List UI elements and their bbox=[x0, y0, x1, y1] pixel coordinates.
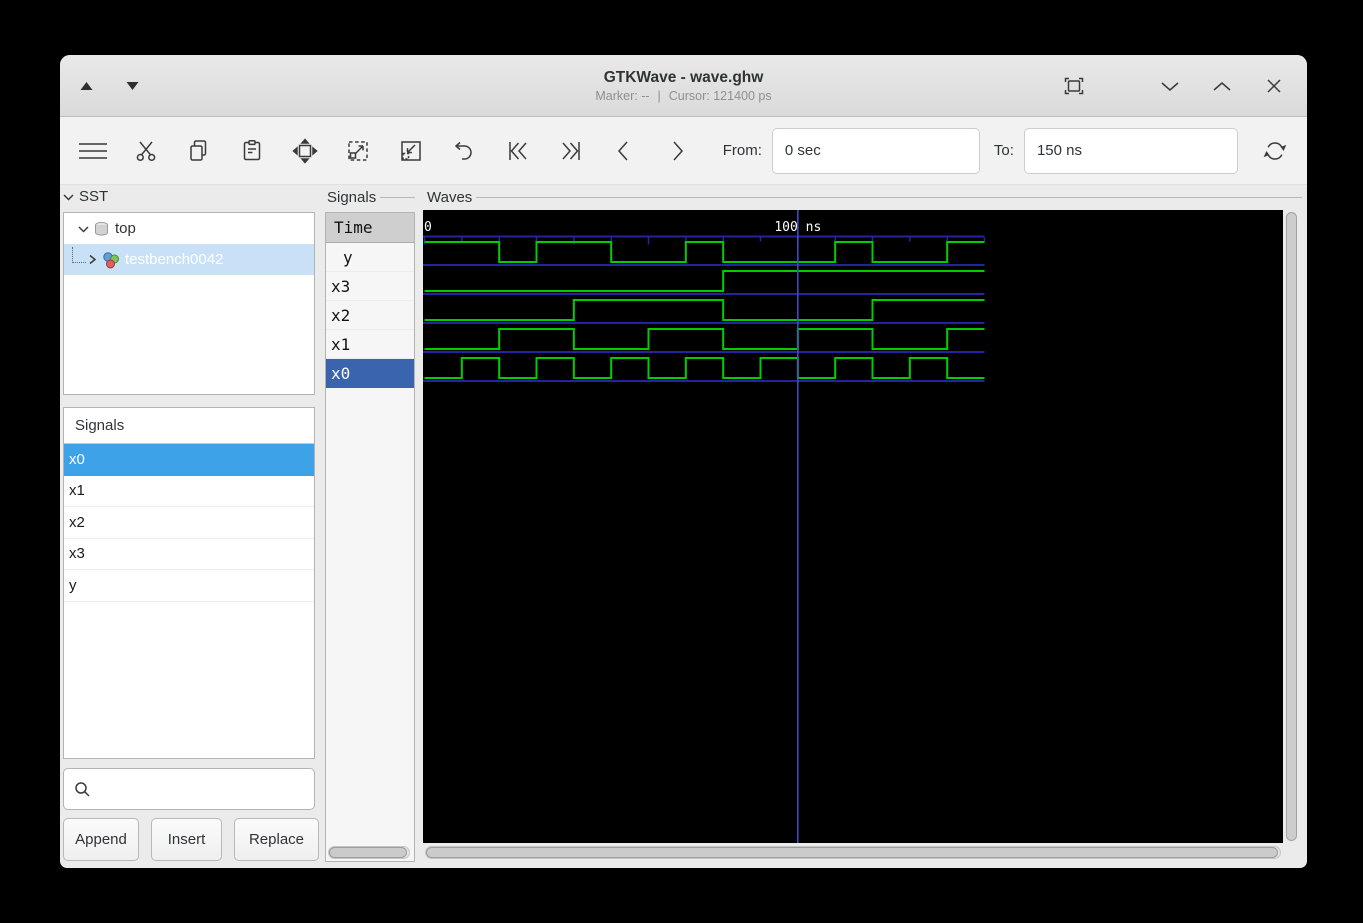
replace-button[interactable]: Replace bbox=[234, 818, 319, 861]
wave-name-x1[interactable]: x1 bbox=[326, 330, 414, 359]
zoom-out-icon[interactable] bbox=[337, 129, 379, 173]
wave-horizontal-scrollbar[interactable] bbox=[425, 846, 1281, 859]
signal-list-item-x1[interactable]: x1 bbox=[64, 476, 314, 507]
sst-expander[interactable]: SST bbox=[63, 188, 108, 205]
sst-label: SST bbox=[79, 188, 109, 205]
tree-item-label: top bbox=[115, 220, 136, 237]
paste-icon[interactable] bbox=[231, 129, 273, 173]
waves-frame-label: Waves bbox=[427, 189, 473, 206]
from-input[interactable] bbox=[771, 127, 980, 174]
marker-status: Marker: -- bbox=[595, 89, 650, 103]
expander-down-icon[interactable] bbox=[78, 225, 89, 233]
undo-icon[interactable] bbox=[443, 129, 485, 173]
triangle-down-icon[interactable] bbox=[120, 74, 144, 98]
gtkwave-window: GTKWave - wave.ghw Marker: -- | Cursor: … bbox=[60, 55, 1307, 868]
triangle-up-icon[interactable] bbox=[74, 74, 98, 98]
signals-list-header: Signals bbox=[64, 408, 314, 444]
wave-name-x0[interactable]: x0 bbox=[326, 359, 414, 388]
go-next-icon[interactable] bbox=[656, 129, 698, 173]
expander-right-icon[interactable] bbox=[88, 254, 97, 265]
tree-connector bbox=[72, 246, 86, 263]
tree-item-top[interactable]: top bbox=[64, 213, 314, 244]
cut-icon[interactable] bbox=[125, 129, 167, 173]
status-line: Marker: -- | Cursor: 121400 ps bbox=[595, 89, 771, 103]
svg-text:0: 0 bbox=[424, 220, 432, 235]
signal-list-item-x0[interactable]: x0 bbox=[64, 444, 314, 476]
signal-list-item-y[interactable]: y bbox=[64, 570, 314, 602]
time-header: Time bbox=[326, 213, 414, 243]
module-icon bbox=[93, 221, 110, 237]
close-icon[interactable] bbox=[1261, 73, 1287, 99]
search-icon bbox=[75, 781, 90, 797]
signal-list-item-x2[interactable]: x2 bbox=[64, 507, 314, 539]
to-input[interactable] bbox=[1023, 127, 1238, 174]
append-button[interactable]: Append bbox=[63, 818, 139, 861]
cursor-status: Cursor: 121400 ps bbox=[668, 89, 772, 103]
go-first-icon[interactable] bbox=[497, 129, 539, 173]
signal-list-item-x3[interactable]: x3 bbox=[64, 539, 314, 570]
reload-icon[interactable] bbox=[1254, 129, 1296, 173]
titlebar[interactable]: GTKWave - wave.ghw Marker: -- | Cursor: … bbox=[60, 55, 1307, 117]
wave-vertical-scrollbar[interactable] bbox=[1286, 212, 1298, 841]
name-pane-horizontal-scrollbar[interactable] bbox=[328, 846, 410, 859]
signal-pane-frame-label: Signals bbox=[327, 189, 377, 206]
scrollbar-thumb[interactable] bbox=[1286, 212, 1297, 841]
tree-item-testbench[interactable]: testbench0042 bbox=[64, 244, 314, 275]
signal-pane-frame: Signals bbox=[327, 189, 415, 206]
tree-item-label: testbench0042 bbox=[125, 251, 224, 268]
chevron-down-icon[interactable] bbox=[1157, 73, 1183, 99]
waves-frame: Waves bbox=[427, 189, 1302, 206]
wave-name-x2[interactable]: x2 bbox=[326, 301, 414, 330]
signal-search[interactable] bbox=[63, 768, 315, 810]
toolbar: From: To: bbox=[60, 117, 1307, 185]
status-separator: | bbox=[657, 89, 661, 103]
wave-canvas[interactable]: 0 100 ns bbox=[423, 210, 1283, 843]
menu-icon[interactable] bbox=[72, 129, 114, 173]
sst-tree: top testbench0042 bbox=[63, 212, 315, 395]
scrollbar-thumb[interactable] bbox=[426, 847, 1278, 858]
zoom-fit-icon[interactable] bbox=[284, 129, 326, 173]
signals-list: Signals x0 x1 x2 x3 y bbox=[63, 407, 315, 759]
window-title: GTKWave - wave.ghw bbox=[603, 69, 764, 86]
fullscreen-icon[interactable] bbox=[1061, 73, 1087, 99]
zoom-in-icon[interactable] bbox=[390, 129, 432, 173]
wave-name-x3[interactable]: x3 bbox=[326, 272, 414, 301]
copy-icon[interactable] bbox=[178, 129, 220, 173]
to-label: To: bbox=[993, 142, 1014, 159]
go-previous-icon[interactable] bbox=[603, 129, 645, 173]
chevron-up-icon[interactable] bbox=[1209, 73, 1235, 99]
signal-name-pane: Time y x3 x2 x1 x0 bbox=[325, 212, 415, 862]
hierarchy-icon bbox=[101, 251, 120, 269]
wave-name-y[interactable]: y bbox=[326, 243, 414, 272]
insert-button[interactable]: Insert bbox=[151, 818, 222, 861]
go-last-icon[interactable] bbox=[550, 129, 592, 173]
from-label: From: bbox=[722, 142, 762, 159]
scrollbar-thumb[interactable] bbox=[329, 847, 407, 858]
